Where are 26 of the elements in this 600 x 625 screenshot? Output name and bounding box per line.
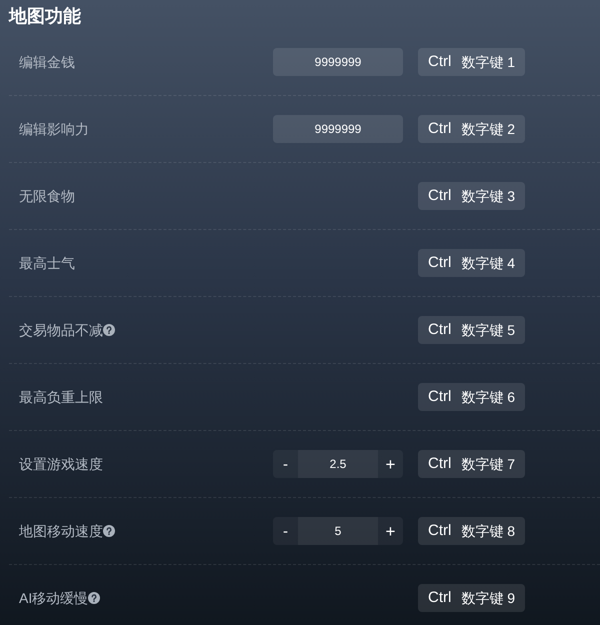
help-icon[interactable] xyxy=(103,324,115,336)
option-label: 编辑影响力 xyxy=(19,120,89,138)
increment-button[interactable]: + xyxy=(378,450,403,478)
hotkey-button[interactable]: Ctrl 数字键 7 xyxy=(418,450,526,478)
increment-button[interactable]: + xyxy=(378,517,403,545)
hotkey-button[interactable]: Ctrl 数字键 3 xyxy=(418,182,526,210)
option-label: 无限食物 xyxy=(19,187,75,205)
option-label: 最高负重上限 xyxy=(19,388,103,406)
option-label: 地图移动速度 xyxy=(19,522,103,540)
decrement-button[interactable]: - xyxy=(273,517,298,545)
hotkey-button[interactable]: Ctrl 数字键 4 xyxy=(418,249,526,277)
hotkey-button[interactable]: Ctrl 数字键 6 xyxy=(418,383,526,411)
hotkey-button[interactable]: Ctrl 数字键 8 xyxy=(418,517,526,545)
hotkey-button[interactable]: Ctrl 数字键 5 xyxy=(418,316,526,344)
option-label: 最高士气 xyxy=(19,254,75,272)
option-label: 交易物品不减 xyxy=(19,321,103,339)
option-label: 设置游戏速度 xyxy=(19,455,103,473)
hotkey-button[interactable]: Ctrl 数字键 9 xyxy=(418,584,526,612)
option-label: 编辑金钱 xyxy=(19,53,75,71)
hotkey-button[interactable]: Ctrl 数字键 1 xyxy=(418,48,526,76)
help-icon[interactable] xyxy=(103,525,115,537)
option-label: AI移动缓慢 xyxy=(19,589,88,607)
help-icon[interactable] xyxy=(88,592,100,604)
hotkey-button[interactable]: Ctrl 数字键 2 xyxy=(418,115,526,143)
section-title: 地图功能 xyxy=(9,5,81,27)
decrement-button[interactable]: - xyxy=(273,450,298,478)
